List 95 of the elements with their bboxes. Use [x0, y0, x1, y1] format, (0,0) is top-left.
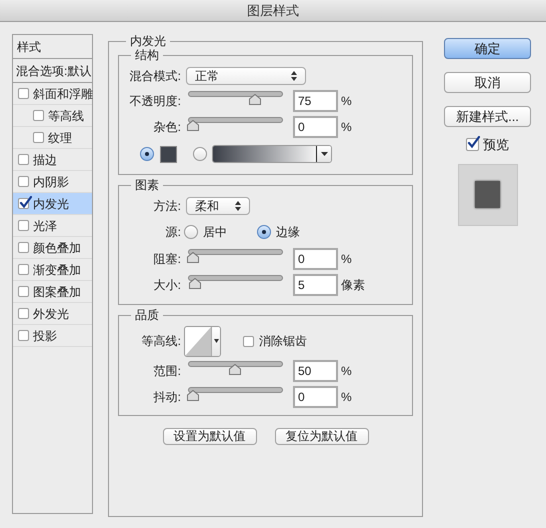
checkbox[interactable]: [18, 286, 29, 297]
number-field[interactable]: 5: [293, 274, 338, 296]
checkbox[interactable]: [18, 198, 29, 209]
group-title: 图素: [134, 178, 160, 192]
checkbox[interactable]: [18, 176, 29, 187]
style-item[interactable]: 外发光: [13, 303, 92, 325]
updown-icon: [235, 201, 241, 211]
style-name: 投影: [33, 328, 57, 344]
radio-button[interactable]: [140, 147, 154, 161]
style-name: 外发光: [33, 306, 69, 322]
slider-track[interactable]: [188, 275, 283, 290]
radio-label[interactable]: 居中: [203, 223, 227, 241]
dropdown[interactable]: 柔和: [186, 197, 250, 215]
style-name: 内阴影: [33, 174, 69, 190]
checkbox[interactable]: [33, 132, 44, 143]
unit-label: 像素: [341, 277, 365, 294]
group-title: 品质: [134, 308, 160, 322]
checkbox[interactable]: [18, 88, 29, 99]
style-item[interactable]: 光泽: [13, 215, 92, 237]
field-label: 混合模式:: [130, 68, 181, 85]
slider-track[interactable]: [188, 249, 283, 264]
style-name: 图案叠加: [33, 284, 81, 300]
unit-label: %: [341, 93, 352, 110]
style-item[interactable]: 斜面和浮雕: [13, 83, 92, 105]
field-label: 等高线:: [142, 333, 181, 350]
style-item[interactable]: 描边: [13, 149, 92, 171]
number-field[interactable]: 50: [293, 360, 338, 382]
contour-picker[interactable]: [184, 326, 221, 356]
checkbox-label[interactable]: 消除锯齿: [259, 332, 307, 350]
group-title: 结构: [134, 48, 160, 62]
window-title: 图层样式: [247, 2, 299, 20]
preview-thumbnail: [458, 164, 518, 226]
checkbox-label[interactable]: 预览: [483, 135, 509, 154]
default-button[interactable]: 设置为默认值: [162, 428, 256, 445]
dialog-button[interactable]: 确定: [444, 38, 531, 59]
slider-track[interactable]: [188, 117, 283, 132]
field-label: 范围:: [154, 363, 181, 380]
slider-track[interactable]: [188, 361, 283, 376]
style-name: 光泽: [33, 218, 57, 234]
field-label: 方法:: [154, 198, 181, 215]
field-label: 不透明度:: [130, 93, 181, 110]
unit-label: %: [341, 389, 352, 406]
panel-title: 内发光: [129, 34, 167, 48]
style-item[interactable]: 等高线: [13, 105, 92, 127]
radio-button[interactable]: [193, 147, 207, 161]
checkbox[interactable]: [18, 264, 29, 275]
number-field[interactable]: 0: [293, 386, 338, 408]
radio-button[interactable]: [257, 225, 271, 239]
style-item[interactable]: 颜色叠加: [13, 237, 92, 259]
style-name: 颜色叠加: [33, 240, 81, 256]
updown-icon: [291, 71, 297, 81]
dialog-button[interactable]: 取消: [444, 72, 531, 93]
field-label: 源:: [166, 224, 181, 241]
dialog-button[interactable]: 新建样式...: [444, 106, 531, 127]
list-header: 样式: [17, 38, 41, 56]
style-name: 渐变叠加: [33, 262, 81, 278]
number-field[interactable]: 75: [293, 90, 338, 112]
field-label: 阻塞:: [154, 251, 181, 268]
slider-track[interactable]: [188, 387, 283, 402]
style-item[interactable]: 内发光: [13, 193, 92, 215]
style-item[interactable]: 渐变叠加: [13, 259, 92, 281]
unit-label: %: [341, 119, 352, 136]
radio-button[interactable]: [184, 225, 198, 239]
checkbox[interactable]: [18, 330, 29, 341]
color-swatch[interactable]: [160, 146, 177, 162]
style-name: 纹理: [48, 130, 72, 146]
field-label: 抖动:: [154, 389, 181, 406]
checkbox[interactable]: [466, 138, 479, 152]
checkbox[interactable]: [243, 336, 254, 346]
style-item[interactable]: 纹理: [13, 127, 92, 149]
style-name: 等高线: [48, 108, 84, 124]
style-name: 描边: [33, 152, 57, 168]
field-label: 杂色:: [154, 119, 181, 136]
style-item[interactable]: 投影: [13, 325, 92, 347]
slider-track[interactable]: [188, 91, 283, 106]
checkbox[interactable]: [18, 308, 29, 319]
blending-options-item[interactable]: 混合选项:默认: [16, 62, 92, 80]
style-name: 斜面和浮雕: [33, 86, 93, 102]
number-field[interactable]: 0: [293, 116, 338, 138]
radio-label[interactable]: 边缘: [276, 223, 300, 241]
checkbox[interactable]: [33, 110, 44, 121]
checkbox[interactable]: [18, 220, 29, 231]
checkbox[interactable]: [18, 154, 29, 165]
caret-icon: [214, 339, 218, 343]
dropdown[interactable]: 正常: [186, 67, 306, 85]
gradient-picker[interactable]: [212, 145, 332, 163]
default-button[interactable]: 复位为默认值: [274, 428, 368, 445]
unit-label: %: [341, 363, 352, 380]
caret-icon: [320, 152, 328, 156]
checkbox[interactable]: [18, 242, 29, 253]
style-name: 内发光: [33, 196, 69, 212]
style-item[interactable]: 图案叠加: [13, 281, 92, 303]
field-label: 大小:: [154, 277, 181, 294]
unit-label: %: [341, 251, 352, 268]
number-field[interactable]: 0: [293, 248, 338, 270]
